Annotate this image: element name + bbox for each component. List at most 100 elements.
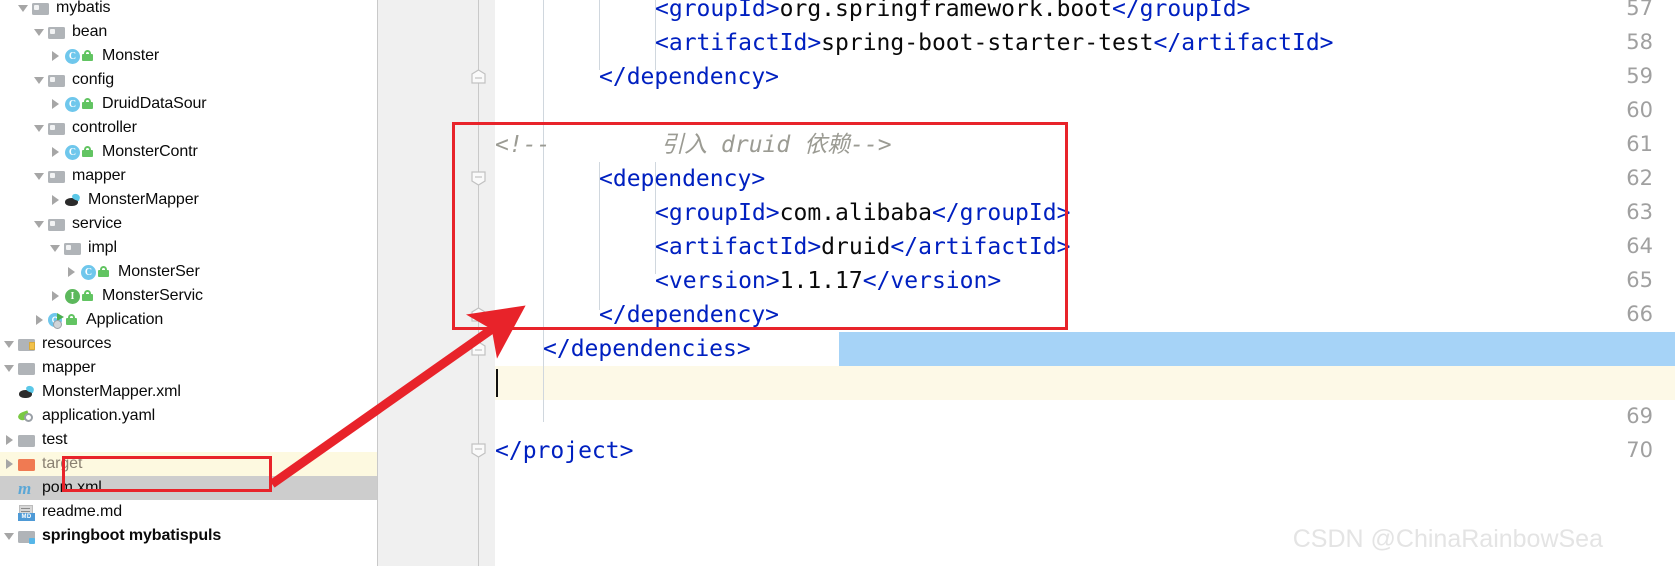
- tree-row[interactable]: I MonsterServic: [0, 284, 377, 308]
- tree-row[interactable]: service: [0, 212, 377, 236]
- lock-icon: [66, 312, 80, 328]
- fold-marker-end[interactable]: [471, 69, 486, 84]
- tree-item-label: MonsterServic: [102, 287, 203, 305]
- editor-fold-strip[interactable]: [463, 0, 495, 566]
- code-token: <artifactId>: [655, 30, 821, 56]
- resources-folder-icon: [18, 336, 36, 352]
- disclosure-triangle[interactable]: [30, 315, 48, 325]
- tree-item-label: controller: [72, 119, 137, 137]
- tree-row[interactable]: MDreadme.md: [0, 500, 377, 524]
- code-line[interactable]: <version>1.1.17</version>: [655, 264, 1001, 298]
- code-token: </groupId>: [932, 200, 1070, 226]
- tree-item-label: test: [42, 431, 67, 449]
- code-token: <version>: [655, 268, 780, 294]
- disclosure-triangle[interactable]: [46, 147, 64, 157]
- disclosure-triangle[interactable]: [46, 291, 64, 301]
- code-token: </groupId>: [1112, 0, 1250, 22]
- tree-row[interactable]: application.yaml: [0, 404, 377, 428]
- disclosure-triangle[interactable]: [0, 533, 18, 540]
- disclosure-triangle[interactable]: [30, 221, 48, 228]
- disclosure-triangle[interactable]: [0, 365, 18, 372]
- disclosure-triangle[interactable]: [46, 99, 64, 109]
- editor-gutter: [378, 0, 463, 566]
- fold-marker-end[interactable]: [471, 341, 486, 356]
- tree-row[interactable]: resources: [0, 332, 377, 356]
- code-line[interactable]: <!-- 引入 druid 依赖-->: [495, 128, 892, 162]
- tree-row[interactable]: CDruidDataSour: [0, 92, 377, 116]
- tree-row[interactable]: mpom.xml: [0, 476, 377, 500]
- project-tree-panel[interactable]: mybatisbeanCMonsterconfigCDruidDataSourc…: [0, 0, 378, 566]
- disclosure-triangle[interactable]: [30, 77, 48, 84]
- tree-row[interactable]: CMonster: [0, 44, 377, 68]
- chevron-down-icon: [4, 533, 14, 540]
- disclosure-triangle[interactable]: [14, 5, 32, 12]
- chevron-right-icon: [36, 315, 43, 325]
- disclosure-triangle[interactable]: [0, 459, 18, 469]
- tree-row[interactable]: mapper: [0, 164, 377, 188]
- line-number: 60: [1593, 100, 1653, 120]
- line-number: 70: [1593, 440, 1653, 460]
- folder-icon: [18, 360, 36, 376]
- chevron-right-icon: [52, 147, 59, 157]
- tree-item-label: Monster: [102, 47, 159, 65]
- disclosure-triangle[interactable]: [46, 51, 64, 61]
- tree-row[interactable]: impl: [0, 236, 377, 260]
- disclosure-triangle[interactable]: [0, 435, 18, 445]
- line-number: 64: [1593, 236, 1653, 256]
- markdown-file-icon: MD: [18, 504, 36, 520]
- tree-row[interactable]: controller: [0, 116, 377, 140]
- lock-icon: [82, 48, 96, 64]
- tree-row[interactable]: CMonsterContr: [0, 140, 377, 164]
- disclosure-triangle[interactable]: [46, 195, 64, 205]
- tree-row[interactable]: test: [0, 428, 377, 452]
- code-line[interactable]: </dependency>: [599, 60, 779, 94]
- java-interface-icon: I: [64, 288, 82, 304]
- tree-item-label: pom.xml: [42, 479, 102, 497]
- chevron-down-icon: [34, 77, 44, 84]
- tree-row[interactable]: bean: [0, 20, 377, 44]
- tree-row[interactable]: CMonsterSer: [0, 260, 377, 284]
- tree-item-label: mapper: [72, 167, 126, 185]
- disclosure-triangle[interactable]: [62, 267, 80, 277]
- java-class-icon: C: [64, 144, 82, 160]
- tree-row[interactable]: config: [0, 68, 377, 92]
- code-line[interactable]: <groupId>com.alibaba</groupId>: [655, 196, 1070, 230]
- code-line[interactable]: </project>: [495, 434, 633, 468]
- tree-item-label: MonsterMapper: [88, 191, 199, 209]
- code-line[interactable]: <artifactId>spring-boot-starter-test</ar…: [655, 26, 1334, 60]
- tree-row[interactable]: mapper: [0, 356, 377, 380]
- tree-item-label: Application: [86, 311, 163, 329]
- disclosure-triangle[interactable]: [30, 125, 48, 132]
- ide-window: mybatisbeanCMonsterconfigCDruidDataSourc…: [0, 0, 1675, 566]
- code-line[interactable]: <groupId>org.springframework.boot</group…: [655, 0, 1250, 26]
- tree-row[interactable]: target: [0, 452, 377, 476]
- disclosure-triangle[interactable]: [30, 173, 48, 180]
- fold-marker-start[interactable]: [471, 171, 486, 186]
- watermark-text: CSDN @ChinaRainbowSea: [1293, 525, 1603, 554]
- chevron-down-icon: [18, 5, 28, 12]
- folder-icon: [18, 432, 36, 448]
- tree-row[interactable]: CApplication: [0, 308, 377, 332]
- disclosure-triangle[interactable]: [0, 341, 18, 348]
- fold-marker-start[interactable]: [471, 443, 486, 458]
- tree-row[interactable]: springboot mybatispuls: [0, 524, 377, 548]
- tree-row[interactable]: MonsterMapper: [0, 188, 377, 212]
- code-line[interactable]: </dependency>: [599, 298, 779, 332]
- chevron-down-icon: [50, 245, 60, 252]
- tree-item-label: impl: [88, 239, 117, 257]
- disclosure-triangle[interactable]: [46, 245, 64, 252]
- lock-icon: [82, 96, 96, 112]
- code-line[interactable]: <artifactId>druid</artifactId>: [655, 230, 1070, 264]
- folder-icon: [48, 168, 66, 184]
- folder-icon: [64, 240, 82, 256]
- tree-row[interactable]: MonsterMapper.xml: [0, 380, 377, 404]
- code-line[interactable]: <dependency>: [599, 162, 765, 196]
- code-line[interactable]: </dependencies>: [543, 332, 751, 366]
- fold-marker-end[interactable]: [471, 307, 486, 322]
- tree-row[interactable]: mybatis: [0, 0, 377, 20]
- code-editor[interactable]: 5758596061626364656667686970 <groupId>or…: [378, 0, 1675, 566]
- folder-icon: [48, 72, 66, 88]
- chevron-down-icon: [34, 125, 44, 132]
- disclosure-triangle[interactable]: [30, 29, 48, 36]
- code-token: </dependency>: [599, 64, 779, 90]
